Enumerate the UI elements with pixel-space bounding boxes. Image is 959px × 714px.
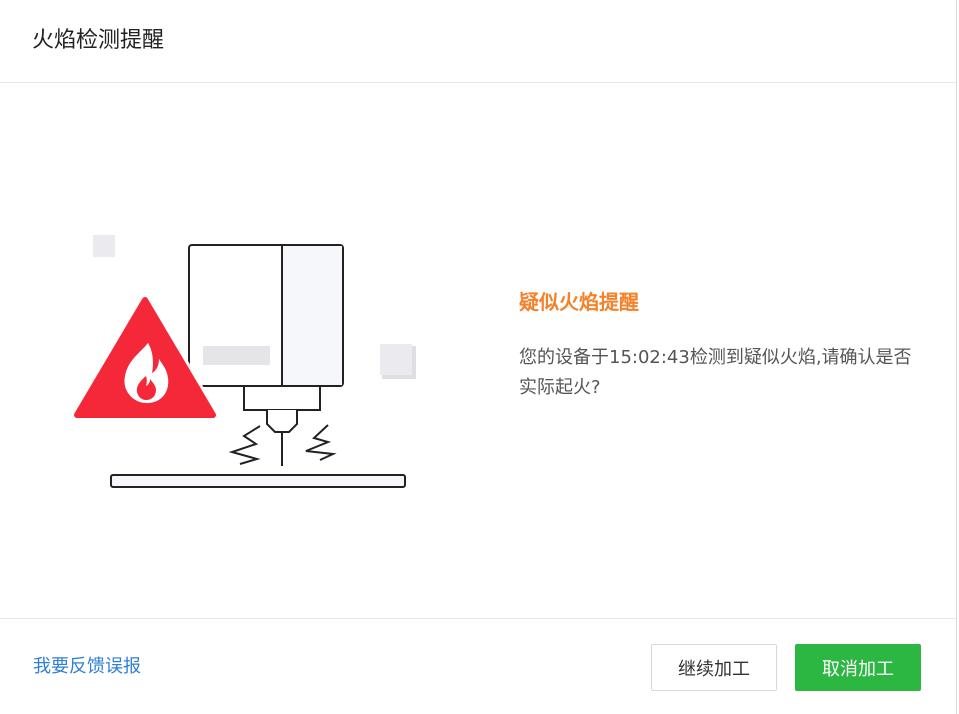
- dialog-title: 火焰检测提醒: [32, 28, 165, 53]
- continue-processing-button[interactable]: 继续加工: [651, 644, 777, 691]
- decor-square-small: [93, 235, 115, 257]
- alert-message: 您的设备于15:02:43检测到疑似火焰,请确认是否实际起火?: [519, 347, 912, 398]
- alert-heading: 疑似火焰提醒: [519, 290, 639, 314]
- cancel-processing-button[interactable]: 取消加工: [795, 644, 921, 691]
- laser-head: [188, 244, 344, 466]
- fire-detection-dialog: 火焰检测提醒 疑似火焰提醒 您的设备于15:02:43检测到疑似火焰,请确认是否…: [0, 0, 957, 714]
- decor-square-right: [380, 344, 412, 375]
- dialog-body: 疑似火焰提醒 您的设备于15:02:43检测到疑似火焰,请确认是否实际起火?: [0, 83, 956, 618]
- dialog-footer: 我要反馈误报 继续加工 取消加工: [0, 618, 956, 714]
- laser-machine-illustration: [70, 235, 416, 488]
- dialog-header: 火焰检测提醒: [0, 0, 956, 83]
- report-false-alarm-link[interactable]: 我要反馈误报: [33, 655, 141, 679]
- work-bed: [110, 474, 406, 488]
